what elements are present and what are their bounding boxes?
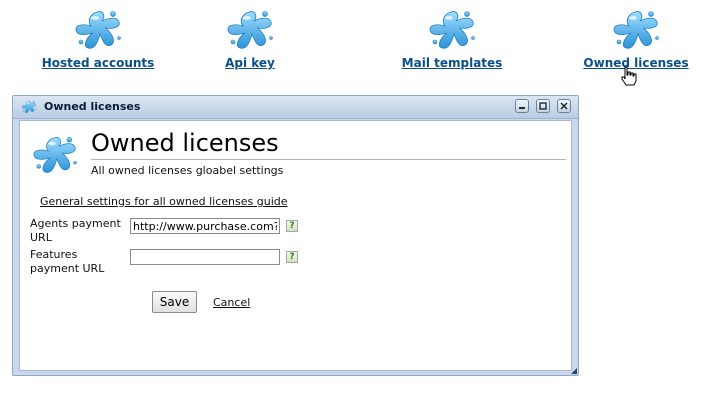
minimize-button[interactable] [515,99,529,113]
features-payment-url-help-icon[interactable]: ? [286,251,298,263]
splash-icon [427,8,477,52]
window-title: Owned licenses [44,100,141,113]
agents-payment-url-help-icon[interactable]: ? [286,220,298,232]
agents-payment-url-label: Agents payment URL [30,217,121,244]
splash-icon [21,100,37,114]
minimize-icon [519,107,525,109]
splash-icon [611,8,661,52]
window-content: Owned licenses All owned licenses gloabe… [19,120,572,371]
features-payment-url-field[interactable] [130,249,280,265]
general-settings-guide-link[interactable]: General settings for all owned licenses … [40,195,288,208]
window-titlebar[interactable]: Owned licenses [13,96,578,119]
resize-grip-icon[interactable] [571,368,577,374]
nav-mail-templates[interactable]: Mail templates [382,8,522,70]
nav-api-key-label[interactable]: Api key [225,56,275,70]
title-divider [91,159,566,160]
features-payment-url-label: Features payment URL [30,248,105,275]
close-icon [560,102,568,110]
owned-licenses-window: Owned licenses Owned licenses All owned … [12,95,579,376]
hand-cursor-icon [621,66,637,86]
page-title: Owned licenses [91,129,279,157]
close-button[interactable] [557,99,571,113]
nav-hosted-accounts[interactable]: Hosted accounts [28,8,168,70]
splash-icon [225,8,275,52]
nav-mail-templates-label[interactable]: Mail templates [402,56,503,70]
splash-icon [30,134,80,176]
maximize-icon [539,102,547,110]
nav-hosted-accounts-label[interactable]: Hosted accounts [42,56,155,70]
splash-icon [73,8,123,52]
page-subtitle: All owned licenses gloabel settings [91,164,284,177]
nav-api-key[interactable]: Api key [180,8,320,70]
cancel-link[interactable]: Cancel [213,296,250,309]
agents-payment-url-field[interactable] [130,218,280,234]
nav-owned-licenses[interactable]: Owned licenses [566,8,702,70]
maximize-button[interactable] [536,99,550,113]
save-button[interactable]: Save [152,291,197,313]
